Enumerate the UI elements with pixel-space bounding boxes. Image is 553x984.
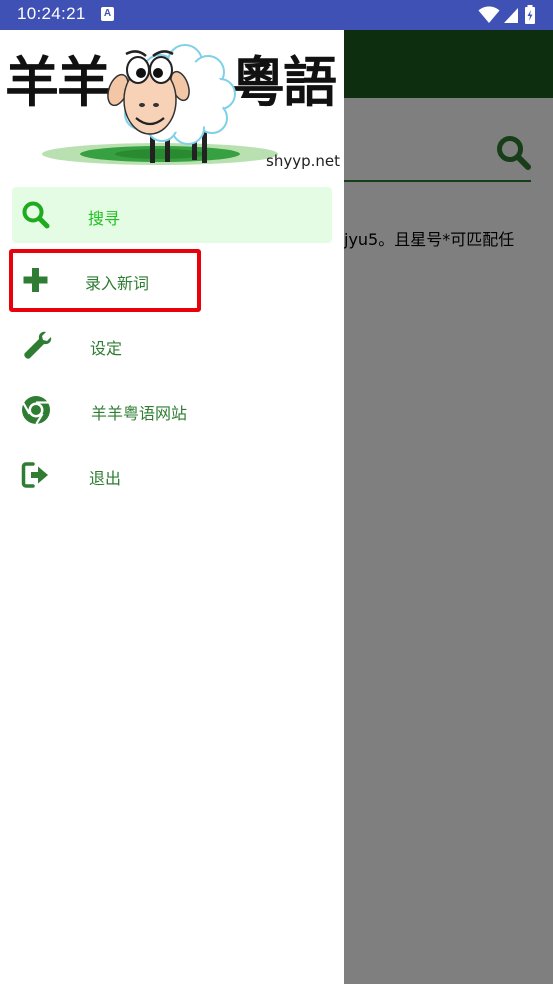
menu-item-label: 搜寻 bbox=[88, 209, 121, 228]
status-time: 10:24:21 bbox=[17, 4, 86, 23]
status-bar: 10:24:21 A bbox=[0, 0, 553, 30]
menu-item-website[interactable]: 羊羊粤语网站 bbox=[12, 382, 332, 438]
signal-icon bbox=[504, 8, 518, 23]
highlight-annotation-box bbox=[9, 249, 201, 312]
search-icon bbox=[22, 201, 50, 229]
menu-item-exit[interactable]: 退出 bbox=[12, 447, 332, 503]
battery-icon bbox=[525, 5, 535, 24]
menu-item-label: 设定 bbox=[90, 339, 123, 358]
menu-item-label: 退出 bbox=[89, 469, 122, 488]
wrench-icon bbox=[24, 331, 52, 359]
chrome-icon bbox=[22, 396, 50, 425]
menu-item-settings[interactable]: 设定 bbox=[12, 317, 332, 373]
drawer-header: 羊羊 粵語 shyyp.net bbox=[0, 30, 344, 180]
notification-a-icon: A bbox=[101, 7, 114, 21]
menu-item-search[interactable]: 搜寻 bbox=[12, 187, 332, 243]
site-url: shyyp.net bbox=[266, 152, 340, 170]
sheep-logo-icon bbox=[107, 44, 236, 163]
navigation-drawer: 羊羊 粵語 shyyp.net 搜寻 录入新词 设定 羊羊粤语网站 退出 bbox=[0, 30, 344, 984]
brand-title-right: 粵語 bbox=[231, 51, 337, 114]
exit-icon bbox=[21, 462, 48, 488]
menu-item-label: 羊羊粤语网站 bbox=[91, 404, 188, 423]
wifi-icon bbox=[478, 6, 500, 23]
